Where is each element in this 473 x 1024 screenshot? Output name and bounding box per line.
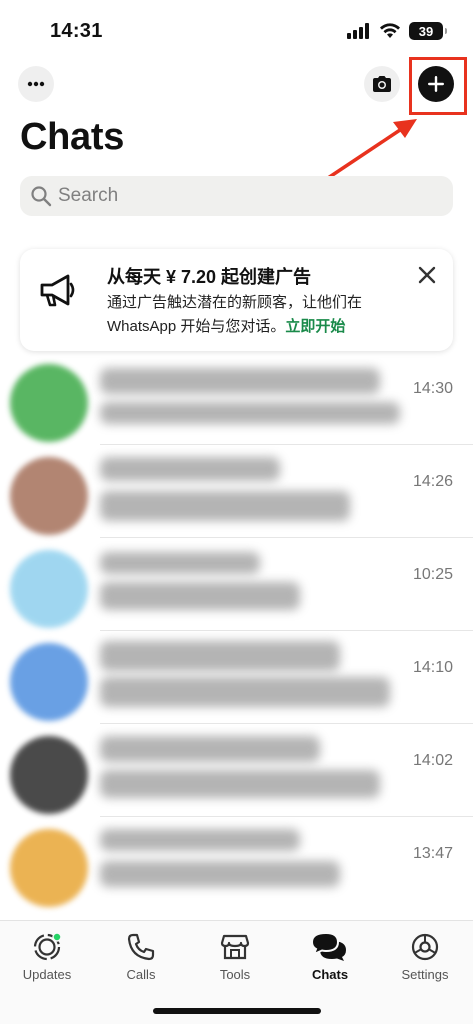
avatar[interactable] xyxy=(10,829,88,907)
gear-icon xyxy=(411,933,439,961)
obscured-chat-message xyxy=(100,491,350,521)
close-icon[interactable] xyxy=(415,263,439,287)
more-options-button[interactable] xyxy=(18,66,54,102)
obscured-chat-message xyxy=(100,402,400,424)
tab-label: Updates xyxy=(22,967,72,982)
chat-time: 14:02 xyxy=(412,752,453,769)
chat-row[interactable]: 14:02 xyxy=(0,724,473,817)
phone-icon xyxy=(127,933,155,961)
search-input[interactable]: Search xyxy=(20,176,453,216)
avatar[interactable] xyxy=(10,550,88,628)
chat-time: 14:10 xyxy=(412,659,453,676)
tab-updates[interactable]: Updates xyxy=(12,931,82,982)
tab-settings[interactable]: Settings xyxy=(390,931,460,982)
obscured-chat-message xyxy=(100,770,380,798)
obscured-chat-message xyxy=(100,861,340,887)
chat-row[interactable]: 10:25 xyxy=(0,538,473,631)
chat-bubbles-icon xyxy=(310,931,346,961)
ad-banner[interactable]: 从每天 ¥ 7.20 起创建广告 通过广告触达潜在的新顾客，让他们在 Whats… xyxy=(20,249,453,351)
avatar[interactable] xyxy=(10,457,88,535)
search-placeholder: Search xyxy=(58,185,119,206)
search-icon xyxy=(31,186,52,207)
tab-label: Tools xyxy=(219,967,251,982)
obscured-chat-name xyxy=(100,641,340,671)
obscured-chat-name xyxy=(100,552,260,574)
chat-time: 14:26 xyxy=(412,473,453,490)
avatar[interactable] xyxy=(10,364,88,442)
storefront-icon xyxy=(220,934,250,960)
ad-start-link[interactable]: 立即开始 xyxy=(285,318,345,335)
chat-list: 14:30 14:26 10:25 14:10 14:02 13:47 xyxy=(0,352,473,910)
battery-indicator: 39 xyxy=(409,22,447,40)
avatar[interactable] xyxy=(10,736,88,814)
tab-label: Chats xyxy=(311,967,349,982)
tab-chats[interactable]: Chats xyxy=(295,931,365,982)
obscured-chat-name xyxy=(100,368,380,394)
status-bar: 14:31 39 xyxy=(0,0,473,56)
wifi-icon xyxy=(380,23,400,38)
signal-icon xyxy=(347,23,369,39)
chat-row[interactable]: 14:30 xyxy=(0,352,473,445)
chat-time: 13:47 xyxy=(412,845,453,862)
chat-row[interactable]: 14:10 xyxy=(0,631,473,724)
camera-button[interactable] xyxy=(364,66,400,102)
tab-label: Settings xyxy=(401,967,449,982)
chat-row[interactable]: 13:47 xyxy=(0,817,473,910)
obscured-chat-name xyxy=(100,457,280,481)
obscured-chat-name xyxy=(100,829,300,851)
camera-icon xyxy=(373,76,391,92)
ad-body: 通过广告触达潜在的新顾客，让他们在 WhatsApp 开始与您对话。立即开始 xyxy=(107,291,407,339)
annotation-highlight-box xyxy=(409,57,467,115)
chat-row[interactable]: 14:26 xyxy=(0,445,473,538)
page-title: Chats xyxy=(20,116,125,158)
obscured-chat-name xyxy=(100,736,320,762)
tab-label: Calls xyxy=(126,967,156,982)
tab-bar: Updates Calls Tools Chats Settings xyxy=(0,920,473,1024)
ad-title: 从每天 ¥ 7.20 起创建广告 xyxy=(107,267,312,287)
obscured-chat-message xyxy=(100,677,390,707)
tab-tools[interactable]: Tools xyxy=(200,931,270,982)
updates-icon xyxy=(33,932,62,961)
ellipsis-icon xyxy=(27,81,45,87)
chat-time: 14:30 xyxy=(412,380,453,397)
obscured-chat-message xyxy=(100,582,300,610)
megaphone-icon xyxy=(40,274,75,307)
tab-calls[interactable]: Calls xyxy=(106,931,176,982)
home-indicator[interactable] xyxy=(153,1008,321,1014)
status-time: 14:31 xyxy=(50,20,103,42)
chat-time: 10:25 xyxy=(412,566,453,583)
avatar[interactable] xyxy=(10,643,88,721)
